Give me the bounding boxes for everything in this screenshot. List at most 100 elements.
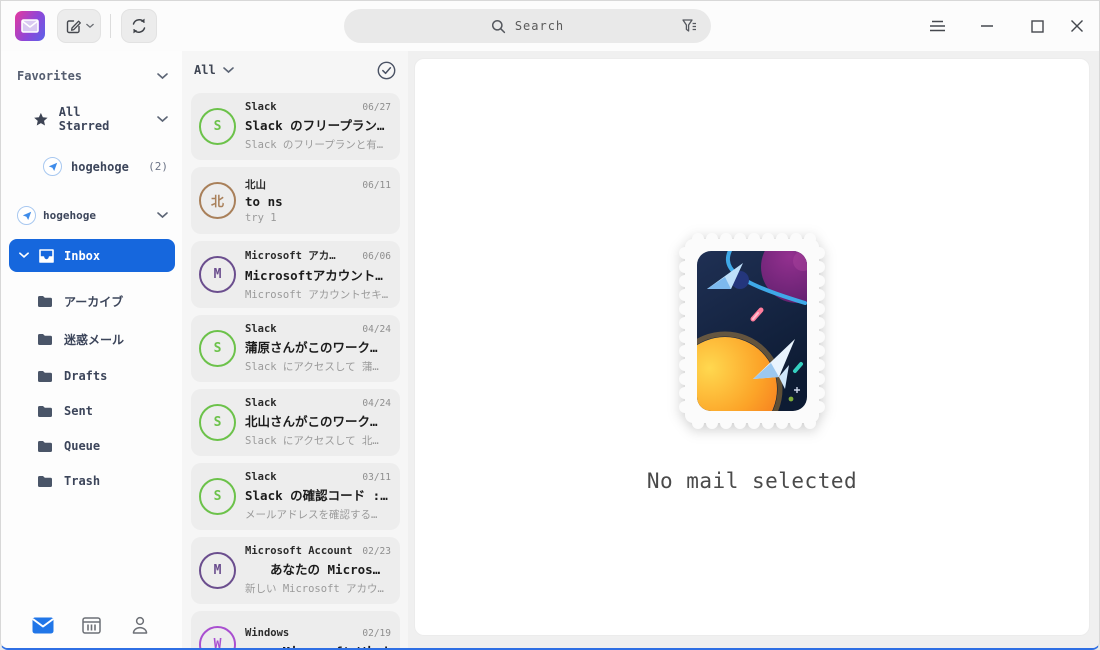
avatar: S xyxy=(199,108,236,145)
mail-sender: Slack xyxy=(245,101,277,113)
account-name-label: hogehoge xyxy=(43,209,96,222)
folder-label: 迷惑メール xyxy=(64,333,125,347)
list-item[interactable]: 北 北山 06/11 to ns try 1 xyxy=(191,167,400,234)
compose-button[interactable] xyxy=(57,9,101,43)
sidebar-item-favorite-account[interactable]: hogehoge (2) xyxy=(43,157,168,176)
mail-date: 06/06 xyxy=(362,250,391,262)
list-item[interactable]: S Slack 06/27 Slack のフリープラン… Slack のフリープ… xyxy=(191,93,400,160)
avatar: W xyxy=(199,626,236,648)
list-item[interactable]: S Slack 04/24 北山さんがこのワーク… Slack にアクセスして … xyxy=(191,389,400,456)
sidebar-item-all-starred[interactable]: All Starred xyxy=(33,105,168,133)
unread-count: (2) xyxy=(148,160,168,173)
paper-plane-icon xyxy=(43,157,62,176)
sidebar-folder-item[interactable]: Drafts xyxy=(37,369,168,383)
minimize-button[interactable] xyxy=(973,12,1001,40)
chevron-down-icon xyxy=(222,66,234,73)
menu-button[interactable] xyxy=(923,12,951,40)
sidebar-folder-item[interactable]: Trash xyxy=(37,474,168,488)
sidebar-folder-item[interactable]: Sent xyxy=(37,404,168,418)
mail-subject: 蒲原さんがこのワーク… xyxy=(245,340,378,355)
main-panel: No mail selected xyxy=(408,51,1099,648)
mail-date: 06/11 xyxy=(362,180,391,191)
folder-label: Drafts xyxy=(64,369,108,383)
chevron-down-icon xyxy=(19,252,29,258)
folder-icon xyxy=(38,334,52,345)
list-item[interactable]: S Slack 04/24 蒲原さんがこのワーク… Slack にアクセスして … xyxy=(191,315,400,382)
select-all-button[interactable] xyxy=(377,61,396,80)
search-icon xyxy=(491,19,505,33)
compose-icon xyxy=(66,20,81,34)
inbox-icon xyxy=(39,248,54,263)
mail-snippet: Slack のフリープランと有… xyxy=(245,139,384,151)
refresh-icon xyxy=(132,18,146,34)
sidebar-item-inbox[interactable]: Inbox xyxy=(9,239,175,272)
sidebar-folder-item[interactable]: アーカイブ xyxy=(37,293,168,310)
folder-label: アーカイブ xyxy=(64,295,124,309)
list-item[interactable]: M Microsoft Account 02/23 あなたの Micros… 新… xyxy=(191,537,400,604)
calendar-tab-button[interactable] xyxy=(74,610,108,640)
mail-subject: あなたの Micros… xyxy=(245,562,381,577)
maximize-button[interactable] xyxy=(1023,12,1051,40)
list-filter-dropdown[interactable]: All xyxy=(194,63,234,77)
favorite-account-label: hogehoge xyxy=(71,159,129,174)
check-circle-icon xyxy=(377,61,396,79)
bottom-nav xyxy=(1,610,182,640)
mail-list: S Slack 06/27 Slack のフリープラン… Slack のフリープ… xyxy=(182,91,408,648)
avatar: S xyxy=(199,404,236,441)
avatar: S xyxy=(199,330,236,367)
mail-list-header: All xyxy=(182,53,408,87)
close-button[interactable] xyxy=(1063,12,1091,40)
mail-sender: Windows xyxy=(245,626,290,639)
mail-subject: Microsoft Windo… xyxy=(245,641,392,649)
list-item[interactable]: W Windows 02/19 Microsoft Windo… xyxy=(191,611,400,648)
folder-icon xyxy=(38,475,52,487)
list-item[interactable]: S Slack 03/11 Slack の確認コード :… メールアドレスを確認… xyxy=(191,463,400,530)
favorites-label: Favorites xyxy=(17,69,83,83)
search-input[interactable]: Search xyxy=(344,9,711,43)
star-icon xyxy=(34,112,48,126)
folder-icon xyxy=(38,370,52,382)
chevron-down-icon xyxy=(157,72,168,79)
sidebar-folder-item[interactable]: Queue xyxy=(37,439,168,453)
mail-subject: Microsoftアカウント… xyxy=(245,267,383,283)
folder-label: Queue xyxy=(64,439,101,453)
contacts-tab-button[interactable] xyxy=(123,610,157,640)
mail-date: 04/24 xyxy=(362,398,391,409)
mail-subject: to ns xyxy=(245,194,283,209)
filter-icon xyxy=(682,19,696,32)
mail-date: 04/24 xyxy=(362,324,391,335)
mail-tab-button[interactable] xyxy=(26,610,60,640)
contacts-icon xyxy=(132,616,148,634)
toolbar: Search xyxy=(1,1,1099,51)
sidebar-folder-item[interactable]: 迷惑メール xyxy=(37,331,168,348)
avatar: M xyxy=(199,256,236,293)
mail-sender: Slack xyxy=(245,471,277,483)
avatar: M xyxy=(199,552,236,589)
sidebar: Favorites All Starred hogehoge (2) hogeh… xyxy=(1,51,182,648)
filter-button[interactable] xyxy=(679,16,699,36)
search-placeholder: Search xyxy=(514,19,565,33)
chevron-down-icon xyxy=(157,212,168,219)
refresh-button[interactable] xyxy=(121,9,157,43)
minimize-icon xyxy=(981,25,993,27)
mail-list-panel: All S Slack 06/27 Slack のフリープラン… Slack の… xyxy=(182,51,408,648)
mail-sender: Microsoft Account xyxy=(245,545,353,557)
mail-subject: Slack の確認コード :… xyxy=(245,488,388,503)
folder-label: Sent xyxy=(64,404,93,418)
all-starred-label: All Starred xyxy=(58,105,110,133)
mail-snippet: try 1 xyxy=(245,212,277,224)
folder-list: アーカイブ 迷惑メール Drafts Sent Queue Trash xyxy=(1,293,182,488)
sidebar-account-header[interactable]: hogehoge xyxy=(17,206,168,225)
mail-sender: Microsoft アカ… xyxy=(245,249,336,262)
avatar: 北 xyxy=(199,182,236,219)
mail-sender: 北山 xyxy=(245,179,266,191)
favorites-header[interactable]: Favorites xyxy=(17,69,168,83)
mail-snippet: 新しい Microsoft アカウ… xyxy=(245,583,384,595)
mail-subject: 北山さんがこのワーク… xyxy=(245,414,378,429)
mail-sender: Slack xyxy=(245,397,277,409)
list-item[interactable]: M Microsoft アカ… 06/06 Microsoftアカウント… Mi… xyxy=(191,241,400,308)
mail-date: 02/19 xyxy=(362,627,391,639)
calendar-icon xyxy=(82,617,101,634)
mail-icon xyxy=(32,617,54,633)
empty-state-message: No mail selected xyxy=(646,469,858,493)
